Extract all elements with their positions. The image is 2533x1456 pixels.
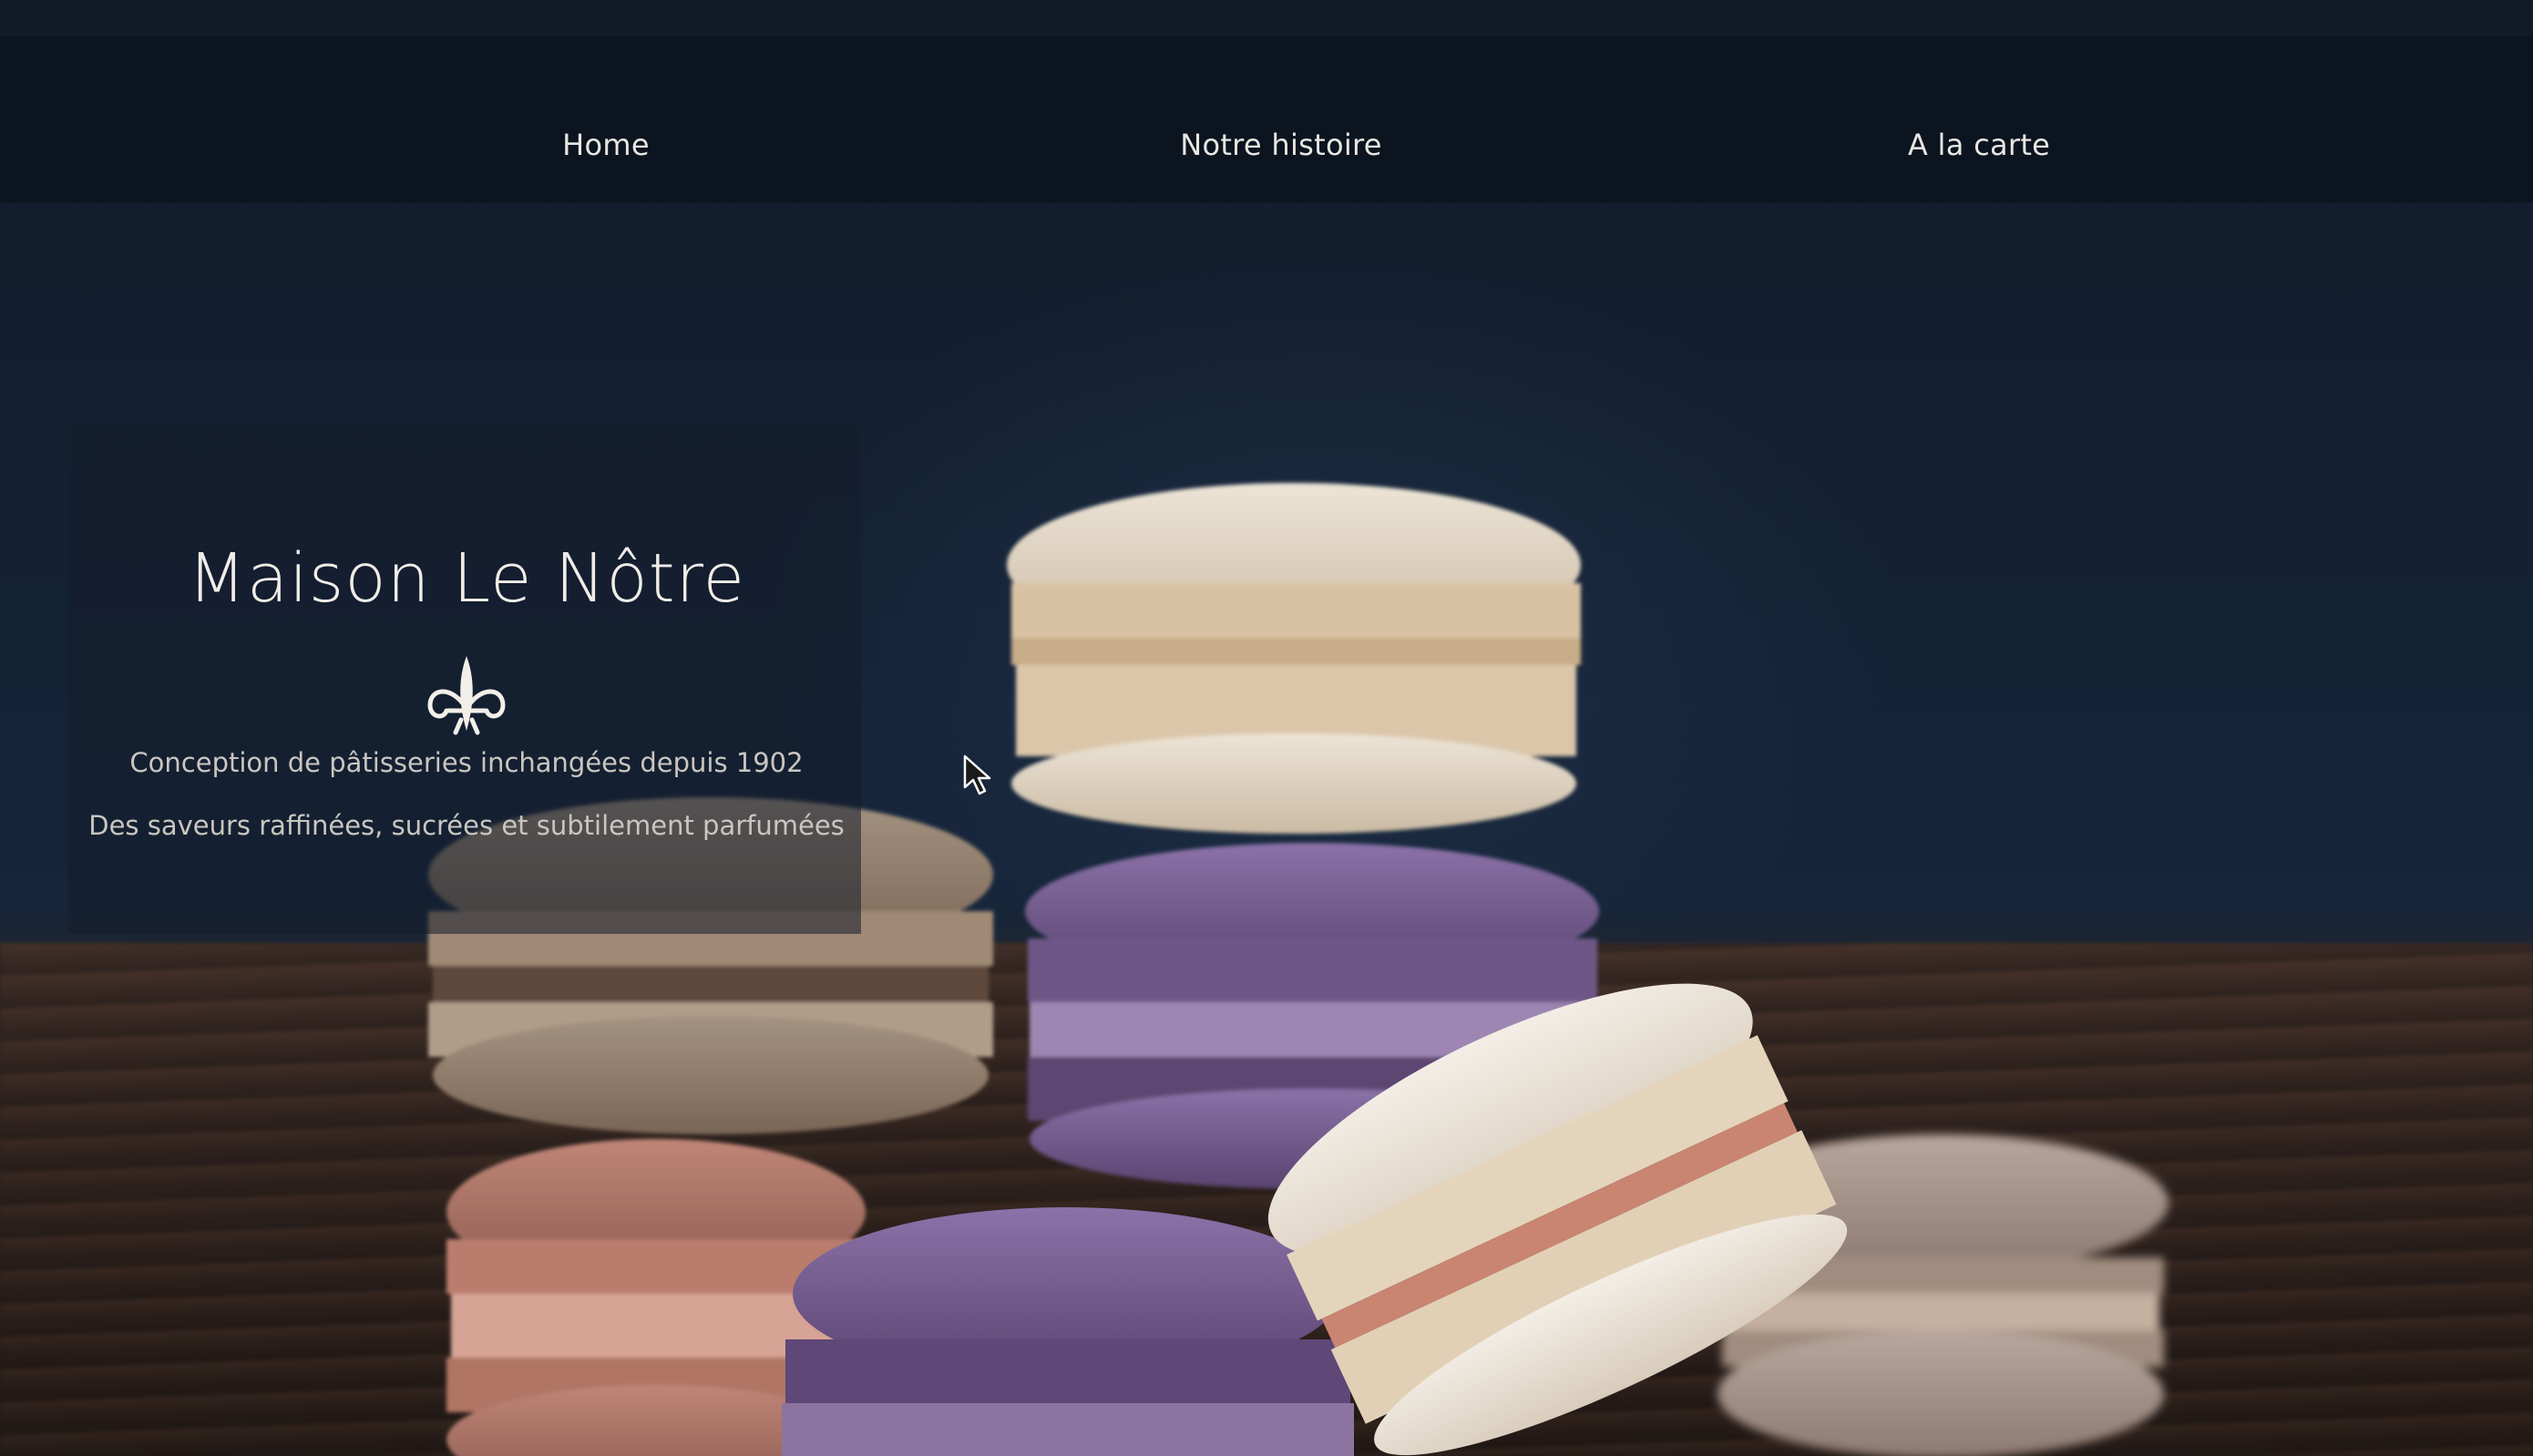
hero-tagline-1: Conception de pâtisseries inchangées dep… xyxy=(129,747,804,778)
hero-tagline-2: Des saveurs raffinées, sucrées et subtil… xyxy=(88,810,845,841)
nav-link-a-la-carte[interactable]: A la carte xyxy=(1908,128,2050,162)
mouse-cursor-icon xyxy=(963,754,991,795)
page: Home Notre histoire A la carte Maison Le… xyxy=(0,0,2533,1456)
nav-link-notre-histoire[interactable]: Notre histoire xyxy=(1180,128,1382,162)
nav-link-home[interactable]: Home xyxy=(562,128,650,162)
top-navbar: Home Notre histoire A la carte xyxy=(0,36,2533,202)
macaron-cream-top xyxy=(1007,483,1581,834)
fleur-de-lis-icon xyxy=(427,656,506,735)
brand-title: Maison Le Nôtre xyxy=(188,539,745,618)
macaron-lavender-front xyxy=(782,1207,1354,1456)
